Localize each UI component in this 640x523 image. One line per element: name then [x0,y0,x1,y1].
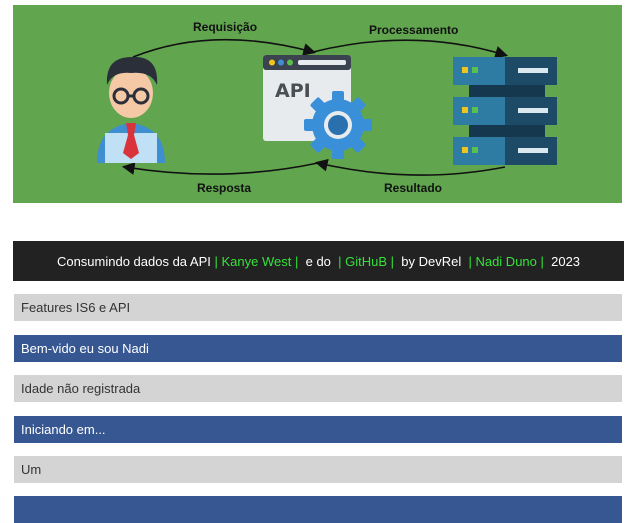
separator: | [536,253,548,269]
row-text: Idade não registrada [21,381,141,396]
credits-text: Consumindo dados da API [56,253,215,269]
credits-text: by DevRel [397,253,465,269]
user-icon [97,56,165,163]
api-diagram-banner: API Requisição Processamento Resposta Re… [13,5,622,203]
api-label: API [275,80,311,102]
response-label: Resposta [197,181,252,195]
request-label: Requisição [193,20,258,34]
server-icon [453,57,557,165]
separator: | [387,253,398,269]
row-text: Iniciando em... [21,422,106,437]
response-arrow [121,162,319,175]
count-row: Um [14,456,622,483]
processing-arrow [312,39,509,59]
starting-row: Iniciando em... [14,416,622,443]
row-text: Features IS6 e API [21,300,131,315]
features-row: Features IS6 e API [14,294,622,321]
year-text: 2023 [547,253,581,269]
credits-bar: Consumindo dados da API | Kanye West | e… [13,241,624,281]
processing-label: Processamento [369,23,459,37]
result-label: Resultado [384,181,443,195]
separator: | [291,253,302,269]
request-arrow [132,38,317,58]
api-diagram-illustration [97,38,557,176]
github-link[interactable]: GitHuB [345,254,387,269]
separator: | [334,253,346,269]
separator: | [464,253,476,269]
nadi-duno-link[interactable]: Nadi Duno [475,254,536,269]
kanye-west-link[interactable]: Kanye West [222,254,292,269]
row-text: Um [21,462,42,477]
row-text: Bem-vido eu sou Nadi [21,341,149,356]
next-row [14,496,622,523]
credits-text: e do [301,253,335,269]
age-row: Idade não registrada [14,375,622,402]
separator: | [214,253,222,269]
gear-icon [304,91,372,159]
welcome-row: Bem-vido eu sou Nadi [14,335,622,362]
